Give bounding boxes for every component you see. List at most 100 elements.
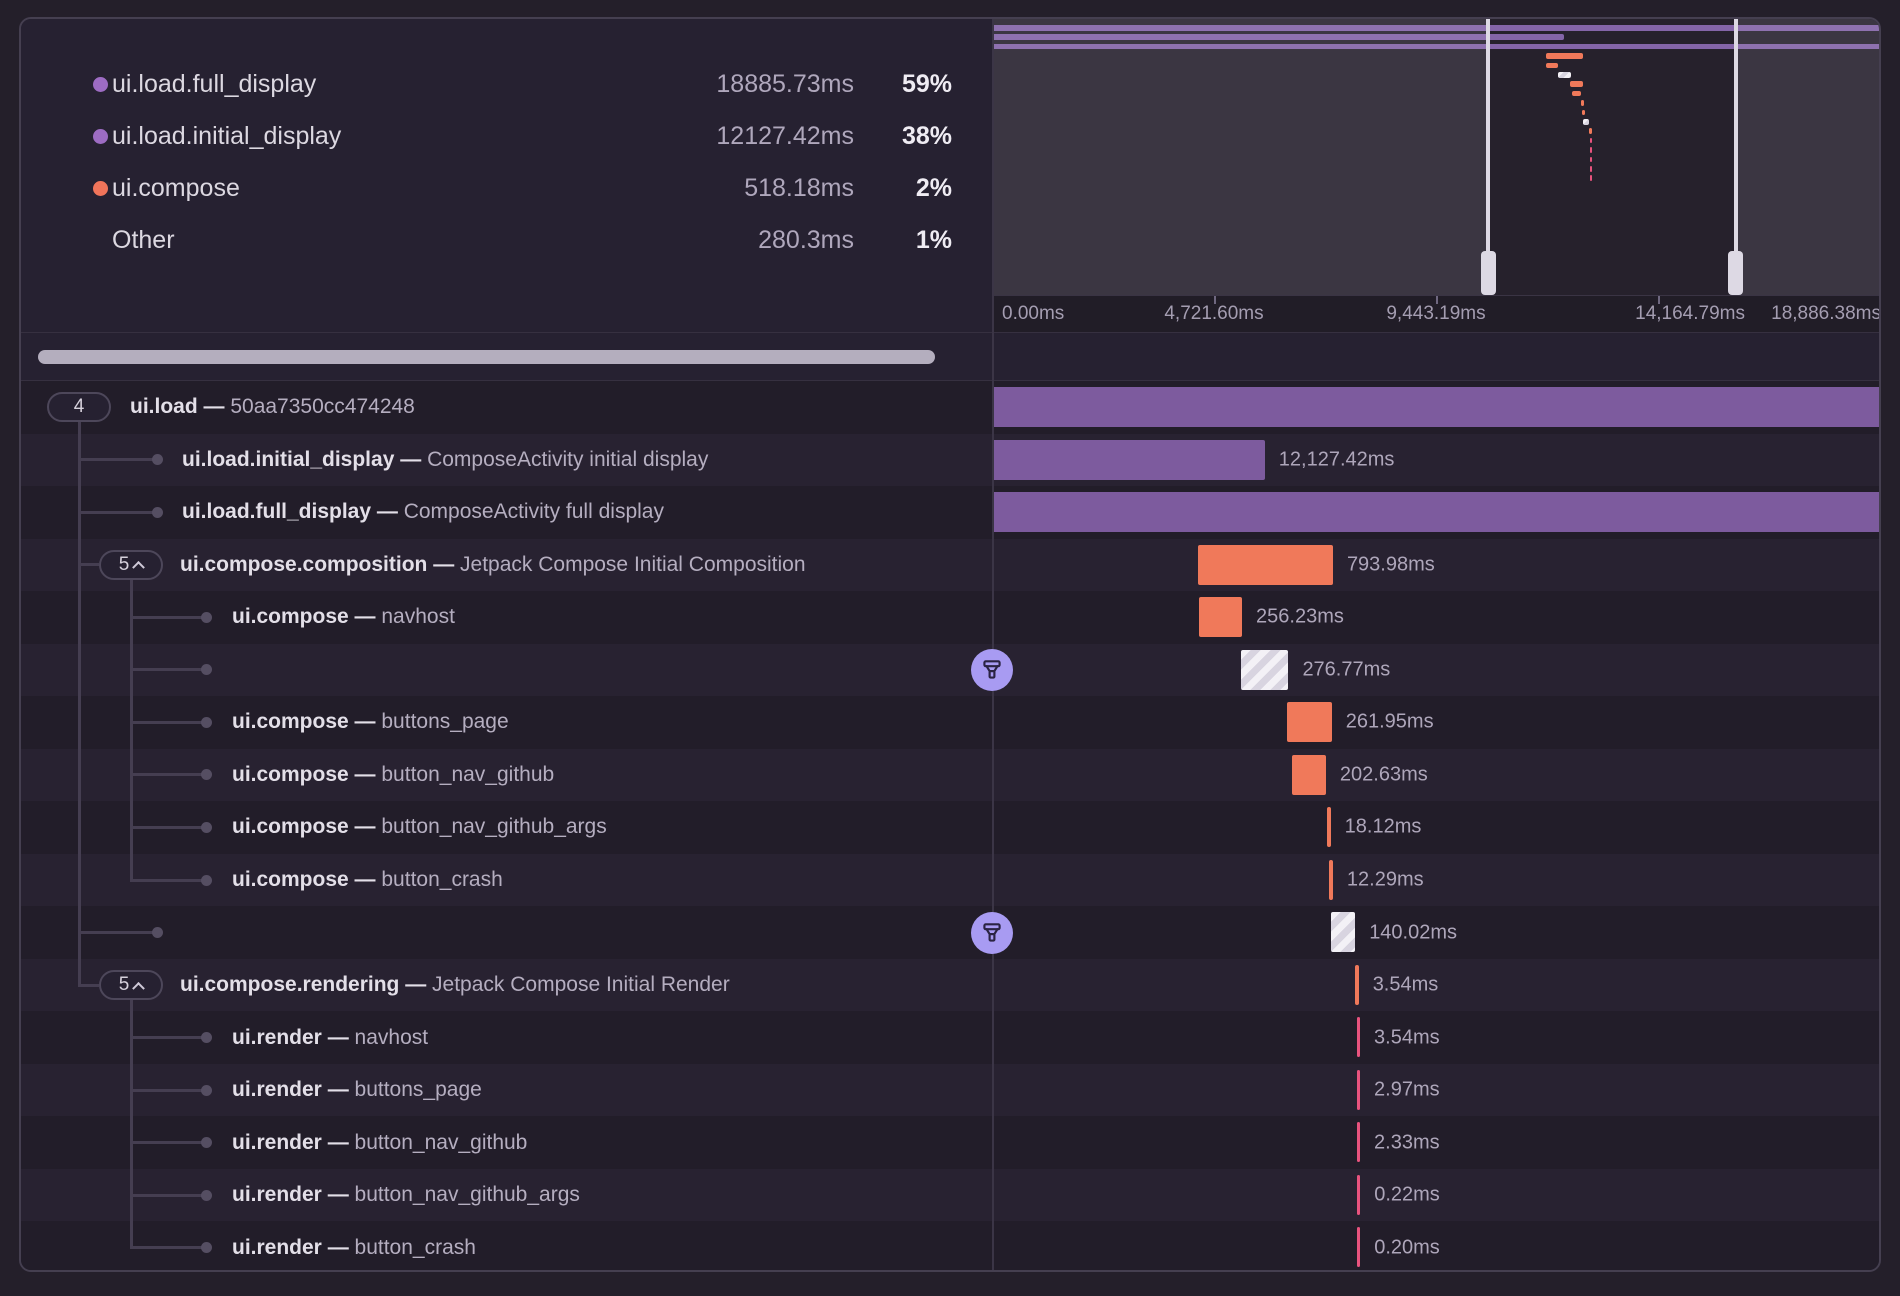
span-duration-bar[interactable] <box>1329 860 1333 900</box>
span-title-dash: — <box>322 1131 355 1154</box>
tree-node-dot <box>152 927 163 938</box>
span-duration-bar[interactable] <box>1357 1070 1361 1110</box>
span-duration-label: 261.95ms <box>1346 711 1434 734</box>
span-duration-bar[interactable] <box>1292 755 1326 795</box>
span-title: ui.load.initial_display — ComposeActivit… <box>182 448 708 472</box>
span-description: button_nav_github <box>381 763 554 786</box>
minimap-handle-grip[interactable] <box>1481 251 1496 295</box>
chevron-up-icon <box>132 561 145 574</box>
span-duration-label: 2.97ms <box>1374 1079 1440 1102</box>
span-duration-bar[interactable] <box>1331 912 1355 952</box>
span-duration-bar[interactable] <box>1198 545 1333 585</box>
span-row[interactable]: 276.77ms <box>21 644 1881 697</box>
span-title: ui.render — buttons_page <box>232 1078 482 1102</box>
span-op: ui.compose.rendering <box>180 973 399 996</box>
span-duration-bar[interactable] <box>992 492 1881 532</box>
span-duration-label: 202.63ms <box>1340 763 1428 786</box>
span-title: ui.compose — navhost <box>232 605 455 629</box>
span-row[interactable]: 140.02ms <box>21 906 1881 959</box>
span-row[interactable]: ui.load.full_display — ComposeActivity f… <box>21 486 1881 539</box>
span-description: buttons_page <box>381 710 508 733</box>
legend-percent-value: 1% <box>916 226 952 255</box>
tree-connector-line <box>130 879 207 882</box>
horizontal-scrollbar-thumb[interactable] <box>38 350 935 364</box>
span-duration-bar[interactable] <box>1327 807 1331 847</box>
horizontal-scrollbar-track <box>21 332 1881 381</box>
tree-node-dot <box>201 1137 212 1148</box>
span-description: button_nav_github_args <box>381 815 606 838</box>
span-bar-cell <box>992 381 1881 434</box>
span-row[interactable]: 5ui.compose.composition — Jetpack Compos… <box>21 539 1881 592</box>
tree-node-dot <box>201 875 212 886</box>
span-duration-label: 140.02ms <box>1369 921 1457 944</box>
span-row[interactable]: ui.render — button_nav_github_args0.22ms <box>21 1169 1881 1222</box>
tree-node-dot <box>201 612 212 623</box>
profile-icon-badge[interactable] <box>971 649 1013 691</box>
trace-view-page: ui.load.full_display18885.73ms59%ui.load… <box>0 0 1900 1296</box>
span-bar-cell: 0.20ms <box>992 1221 1881 1272</box>
span-row[interactable]: 5ui.compose.rendering — Jetpack Compose … <box>21 959 1881 1012</box>
span-duration-label: 0.20ms <box>1374 1236 1440 1259</box>
tree-connector-line <box>130 773 207 776</box>
span-tree-cell: ui.render — buttons_page <box>21 1064 992 1117</box>
span-tree-cell: 5ui.compose.composition — Jetpack Compos… <box>21 539 992 592</box>
profile-icon-badge[interactable] <box>971 912 1013 954</box>
span-title: ui.compose — button_nav_github_args <box>232 815 607 839</box>
span-duration-bar[interactable] <box>1241 650 1288 690</box>
span-description: Jetpack Compose Initial Composition <box>460 553 806 576</box>
tree-vertical-line <box>78 422 81 985</box>
span-row[interactable]: ui.compose — buttons_page261.95ms <box>21 696 1881 749</box>
span-row[interactable]: ui.render — button_nav_github2.33ms <box>21 1116 1881 1169</box>
legend-item: Other280.3ms1% <box>21 214 992 266</box>
span-op: ui.load.initial_display <box>182 448 394 471</box>
span-duration-bar[interactable] <box>992 440 1265 480</box>
span-children-toggle-badge[interactable]: 5 <box>99 550 163 580</box>
span-title-dash: — <box>349 763 382 786</box>
span-duration-bar[interactable] <box>1357 1122 1361 1162</box>
span-row[interactable]: ui.compose — navhost256.23ms <box>21 591 1881 644</box>
span-title: ui.render — button_crash <box>232 1236 476 1260</box>
tree-node-dot <box>201 1032 212 1043</box>
axis-time-label: 18,886.38ms <box>1771 303 1881 325</box>
tree-connector-line <box>78 984 100 987</box>
span-duration-bar[interactable] <box>1287 702 1331 742</box>
trace-minimap[interactable] <box>992 19 1881 295</box>
span-title-dash: — <box>322 1026 355 1049</box>
span-title-dash: — <box>349 868 382 891</box>
span-duration-bar[interactable] <box>1357 1017 1361 1057</box>
span-duration-bar[interactable] <box>992 387 1881 427</box>
span-duration-label: 12,127.42ms <box>1279 448 1395 471</box>
span-title-dash: — <box>371 500 404 523</box>
span-children-toggle-badge[interactable]: 4 <box>47 392 111 422</box>
minimap-span-line <box>1590 175 1593 181</box>
span-row[interactable]: ui.compose — button_nav_github_args 18.12… <box>21 801 1881 854</box>
badge-count: 5 <box>119 974 130 996</box>
tree-connector-line <box>78 458 158 461</box>
span-row[interactable]: 4ui.load — 50aa7350cc474248 <box>21 381 1881 434</box>
span-tree-cell: ui.render — button_crash <box>21 1221 992 1272</box>
span-row[interactable]: ui.render — button_crash 0.20ms <box>21 1221 1881 1272</box>
minimap-handle-grip[interactable] <box>1728 251 1743 295</box>
span-title-dash: — <box>349 605 382 628</box>
span-title: ui.load.full_display — ComposeActivity f… <box>182 500 664 524</box>
axis-time-label: 9,443.19ms <box>1386 303 1485 325</box>
tree-connector-line <box>130 1141 207 1144</box>
legend-op-label: ui.load.full_display <box>112 70 316 99</box>
panel-divider[interactable] <box>992 19 994 1270</box>
span-duration-bar[interactable] <box>1357 1227 1361 1267</box>
span-row[interactable]: ui.compose — button_nav_github202.63ms <box>21 749 1881 802</box>
span-duration-bar[interactable] <box>1357 1175 1361 1215</box>
span-duration-bar[interactable] <box>1355 965 1359 1005</box>
span-row[interactable]: ui.render — navhost3.54ms <box>21 1011 1881 1064</box>
span-tree-cell <box>21 644 992 697</box>
span-row[interactable]: ui.compose — button_crash12.29ms <box>21 854 1881 907</box>
span-duration-bar[interactable] <box>1199 597 1242 637</box>
legend-duration-value: 18885.73ms <box>716 70 854 99</box>
span-row[interactable]: ui.render — buttons_page 2.97ms <box>21 1064 1881 1117</box>
span-duration-label: 3.54ms <box>1374 1026 1440 1049</box>
span-duration-label: 18.12ms <box>1345 816 1422 839</box>
span-children-toggle-badge[interactable]: 5 <box>99 970 163 1000</box>
span-title: ui.compose — button_crash <box>232 868 503 892</box>
span-row[interactable]: ui.load.initial_display — ComposeActivit… <box>21 434 1881 487</box>
legend-duration-value: 280.3ms <box>758 226 854 255</box>
